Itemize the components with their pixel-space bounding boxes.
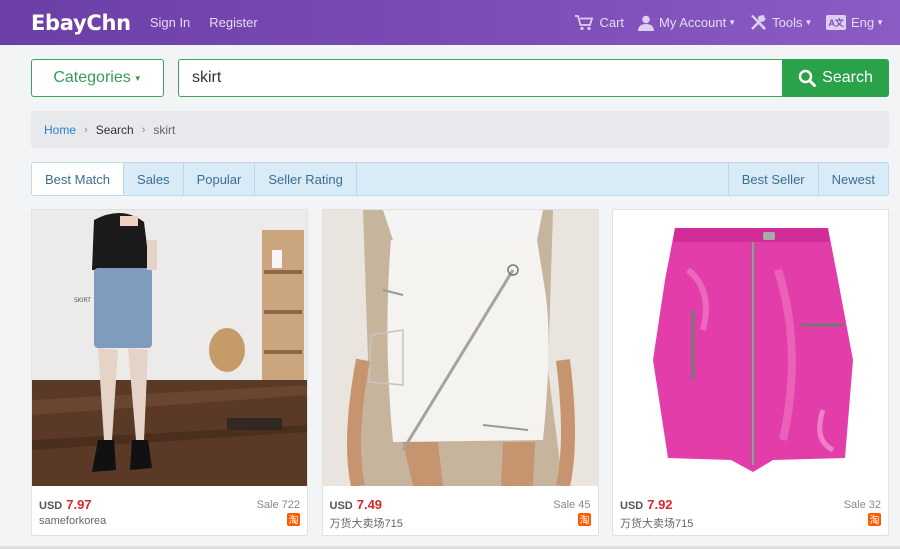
search-input[interactable] [178,59,782,97]
breadcrumb-home[interactable]: Home [44,123,76,137]
sort-tab-seller-rating[interactable]: Seller Rating [255,163,357,195]
product-grid: SKIRT USD 7.97 Sale 722 sameforkorea 淘 U… [31,209,889,536]
user-icon [638,15,655,31]
search-button[interactable]: Search [782,59,889,97]
taobao-badge-text: 淘 [289,514,299,527]
top-right-menu: Cart My Account ▼ Tools ▼ A文 Eng ▼ [561,0,884,45]
breadcrumb-current: skirt [153,122,176,137]
breadcrumb-separator-icon: › [141,123,146,136]
sales-count: Sale 45 [553,499,591,511]
product-card[interactable]: USD 7.92 Sale 32 万货大卖场715 淘 [612,209,889,536]
categories-label: Categories [53,69,131,86]
sales-count: Sale 32 [843,499,881,511]
cart-icon [575,14,594,31]
sort-tab-best-seller[interactable]: Best Seller [727,163,818,195]
sort-bar: Best Match Sales Popular Seller Rating B… [31,162,889,196]
currency-label: USD [329,500,353,512]
tools-menu[interactable]: Tools ▼ [750,14,812,31]
cart-label: Cart [599,15,625,30]
chevron-down-icon: ▼ [133,73,142,83]
register-link[interactable]: Register [209,15,257,30]
chevron-down-icon: ▼ [728,18,737,27]
price-value: 7.49 [356,497,383,512]
taobao-badge-text: 淘 [870,514,880,527]
sales-count: Sale 722 [256,499,300,511]
currency-label: USD [620,500,644,512]
language-label: Eng [850,15,875,30]
seller-name[interactable]: 万货大卖场715 [330,515,403,531]
price-row: USD 7.49 [330,497,383,512]
taobao-icon: 淘 [287,513,300,526]
taobao-badge-text: 淘 [579,514,589,527]
sort-tab-best-match[interactable]: Best Match [32,163,125,195]
price-value: 7.92 [647,497,673,512]
product-image[interactable]: SKIRT [32,210,307,486]
product-card[interactable]: SKIRT USD 7.97 Sale 722 sameforkorea 淘 [31,209,308,536]
taobao-icon: 淘 [577,513,591,527]
price-row: USD 7.92 [620,497,673,512]
chevron-down-icon: ▼ [804,18,813,27]
sign-in-link[interactable]: Sign In [150,15,190,30]
cart-link[interactable]: Cart [575,14,625,31]
sort-tab-newest[interactable]: Newest [817,163,888,195]
breadcrumb: Home › Search › skirt [31,111,889,148]
taobao-icon: 淘 [868,513,881,526]
top-navigation-bar: EbayChn Sign In Register Cart My Account… [0,0,900,45]
site-logo[interactable]: EbayChn [31,11,131,35]
language-icon: A文 [826,15,846,30]
currency-label: USD [39,500,63,512]
search-bar: Categories ▼ Search [31,59,889,97]
seller-name[interactable]: 万货大卖场715 [620,515,693,531]
svg-text:SKIRT: SKIRT [74,297,91,304]
product-image[interactable] [613,210,888,486]
language-menu[interactable]: A文 Eng ▼ [826,15,884,30]
search-button-label: Search [822,69,873,86]
search-icon [798,69,817,87]
price-value: 7.97 [66,497,92,512]
sort-tab-sales[interactable]: Sales [124,163,184,195]
categories-button[interactable]: Categories ▼ [31,59,164,97]
tools-icon [750,14,767,31]
my-account-label: My Account [659,15,727,30]
seller-name[interactable]: sameforkorea [39,515,106,527]
sort-tab-popular[interactable]: Popular [184,163,256,195]
sort-right-group: Best Seller Newest [727,163,888,195]
breadcrumb-search[interactable]: Search [96,123,134,137]
breadcrumb-separator-icon: › [84,123,88,136]
price-row: USD 7.97 [39,497,92,512]
product-image[interactable] [322,210,598,486]
my-account-menu[interactable]: My Account ▼ [638,15,736,31]
tools-label: Tools [772,15,803,30]
chevron-down-icon: ▼ [876,18,884,27]
product-card[interactable]: USD 7.49 Sale 45 万货大卖场715 淘 [321,209,599,536]
